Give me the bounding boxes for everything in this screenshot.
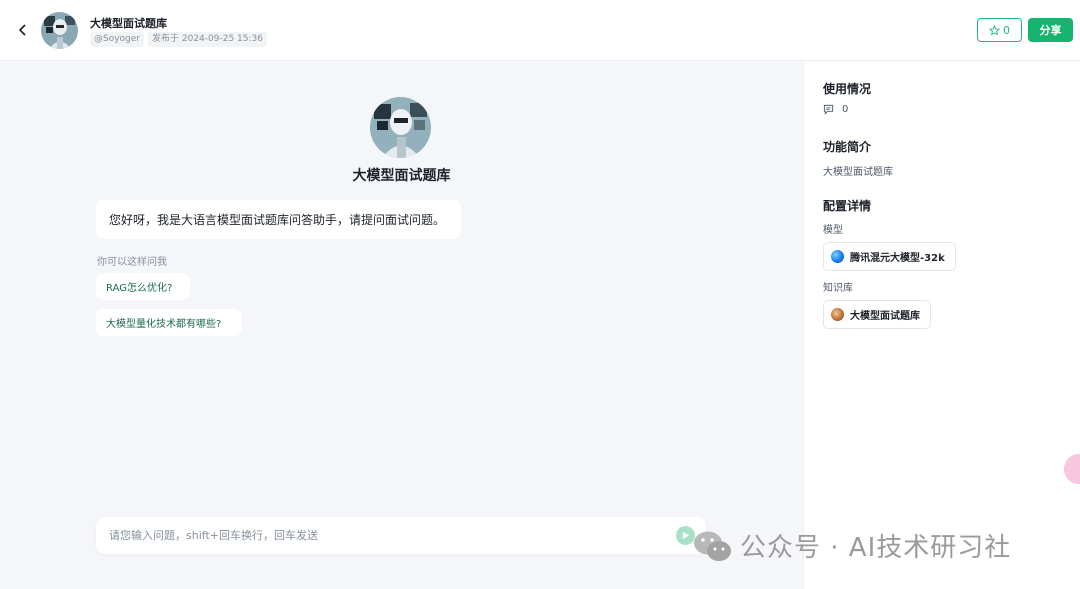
- greeting-message: 您好呀，我是大语言模型面试题库问答助手，请提问面试问题。: [96, 200, 461, 239]
- question-input-box: [96, 517, 706, 554]
- knowledge-base-label: 知识库: [823, 283, 853, 294]
- knowledge-base-tag[interactable]: 大模型面试题库: [823, 300, 931, 329]
- intro-heading: 功能简介: [823, 140, 872, 154]
- hunyuan-model-icon: [831, 250, 844, 263]
- star-button[interactable]: 0: [977, 18, 1022, 42]
- star-icon: [989, 24, 1000, 35]
- config-heading: 配置详情: [823, 199, 872, 213]
- watermark-text: 公众号 · AI技术研习社: [740, 533, 1012, 563]
- author-chip: @Soyoger: [90, 32, 145, 47]
- knowledge-base-icon: [831, 308, 844, 321]
- chat-area: 大模型面试题库 您好呀，我是大语言模型面试题库问答助手，请提问面试问题。 你可以…: [0, 61, 803, 589]
- watermark: 公众号 · AI技术研习社: [692, 527, 1011, 564]
- bot-avatar-small: [41, 12, 78, 49]
- meta-row: @Soyoger 发布于 2024-09-25 15:36: [90, 32, 267, 47]
- usage-stats: 0: [823, 104, 848, 115]
- info-sidebar: 使用情况 0 功能简介 大模型面试题库 配置详情 模型 腾讯混元大模型-32k …: [803, 61, 1080, 589]
- question-input[interactable]: [96, 517, 656, 554]
- back-button[interactable]: [14, 20, 32, 40]
- share-button[interactable]: 分享: [1028, 18, 1073, 42]
- model-name: 腾讯混元大模型-32k: [850, 253, 945, 264]
- model-tag[interactable]: 腾讯混元大模型-32k: [823, 242, 956, 271]
- model-label: 模型: [823, 225, 843, 236]
- usage-heading: 使用情况: [823, 82, 872, 96]
- wechat-icon: [692, 528, 732, 564]
- bot-name: 大模型面试题库: [352, 168, 451, 184]
- knowledge-base-name: 大模型面试题库: [850, 311, 920, 322]
- back-arrow-icon: [18, 24, 26, 36]
- send-icon: [682, 531, 690, 540]
- top-header: 大模型面试题库 @Soyoger 发布于 2024-09-25 15:36 0 …: [0, 0, 1080, 61]
- usage-count: 0: [842, 104, 849, 115]
- suggestion-item[interactable]: 大模型量化技术都有哪些?: [96, 309, 242, 336]
- comment-icon: [823, 104, 834, 115]
- publish-date-chip: 发布于 2024-09-25 15:36: [148, 32, 267, 47]
- star-count: 0: [1003, 23, 1010, 37]
- suggestion-item[interactable]: RAG怎么优化?: [96, 273, 190, 300]
- page-title: 大模型面试题库: [90, 17, 167, 30]
- suggestion-label: 你可以这样问我: [97, 257, 167, 268]
- bot-avatar: [370, 97, 431, 158]
- intro-text: 大模型面试题库: [823, 167, 893, 178]
